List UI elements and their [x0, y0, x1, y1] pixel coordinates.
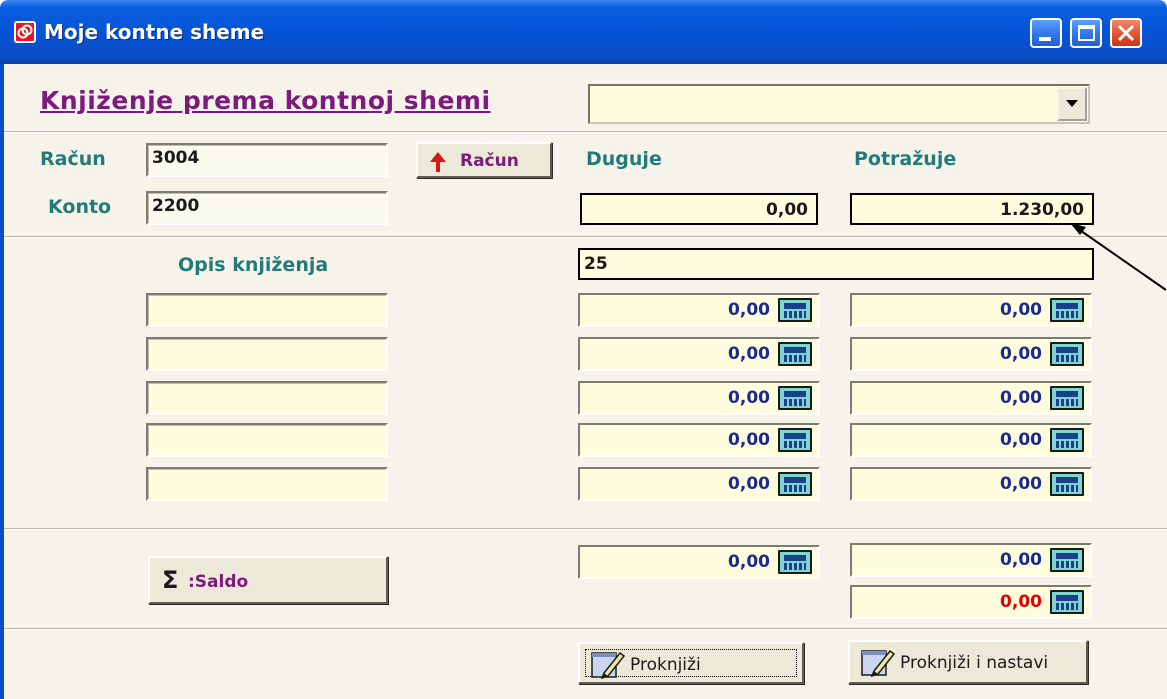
chevron-down-icon [1066, 100, 1078, 107]
calculator-icon[interactable] [778, 428, 812, 452]
row-duguje-field[interactable]: 0,00 [578, 337, 820, 371]
calculator-icon[interactable] [1050, 298, 1084, 322]
konto-label: Konto [48, 196, 112, 218]
row-duguje-value: 0,00 [728, 300, 770, 320]
arrow-up-icon [430, 152, 446, 172]
row-potrazuje-value: 0,00 [1000, 474, 1042, 494]
saldo-difference-field[interactable]: 0,00 [850, 585, 1092, 619]
row-description-field[interactable] [146, 293, 388, 327]
saldo-duguje-field[interactable]: 0,00 [578, 545, 820, 579]
row-potrazuje-value: 0,00 [1000, 430, 1042, 450]
row-duguje-value: 0,00 [728, 344, 770, 364]
form-heading: Knjiženje prema kontnoj shemi [40, 86, 491, 115]
divider [4, 528, 1167, 530]
row-description-field[interactable] [146, 467, 388, 501]
racun-label: Račun [40, 148, 106, 170]
saldo-button-label: :Saldo [188, 572, 249, 592]
title-bar[interactable]: Moje kontne sheme [0, 0, 1167, 64]
calculator-icon[interactable] [1050, 590, 1084, 614]
calculator-icon[interactable] [778, 298, 812, 322]
divider [4, 236, 1167, 238]
sigma-icon: Σ [162, 566, 179, 594]
row-duguje-field[interactable]: 0,00 [578, 423, 820, 457]
row-potrazuje-field[interactable]: 0,00 [850, 467, 1092, 501]
row-duguje-value: 0,00 [728, 388, 770, 408]
row-potrazuje-value: 0,00 [1000, 300, 1042, 320]
main-duguje-field[interactable]: 0,00 [580, 193, 818, 225]
row-description-field[interactable] [146, 381, 388, 415]
duguje-label: Duguje [586, 148, 662, 170]
saldo-duguje-value: 0,00 [728, 552, 770, 572]
row-description-field[interactable] [146, 337, 388, 371]
notepad-pencil-icon [591, 651, 626, 679]
post-button[interactable]: Proknjiži [578, 642, 804, 684]
saldo-difference-value: 0,00 [1000, 592, 1042, 612]
main-potrazuje-value: 1.230,00 [1000, 200, 1084, 220]
saldo-potrazuje-value: 0,00 [1000, 550, 1042, 570]
maximize-icon [1078, 25, 1095, 41]
calculator-icon[interactable] [778, 386, 812, 410]
row-potrazuje-field[interactable]: 0,00 [850, 337, 1092, 371]
scheme-select[interactable] [588, 84, 1090, 124]
calculator-icon[interactable] [778, 472, 812, 496]
calculator-icon[interactable] [1050, 548, 1084, 572]
row-description-field[interactable] [146, 423, 388, 457]
divider [4, 628, 1167, 630]
maximize-button[interactable] [1070, 18, 1102, 48]
main-potrazuje-field[interactable]: 1.230,00 [850, 193, 1094, 225]
opis-field[interactable]: 25 [578, 248, 1094, 280]
saldo-potrazuje-field[interactable]: 0,00 [850, 543, 1092, 577]
row-potrazuje-field[interactable]: 0,00 [850, 293, 1092, 327]
row-potrazuje-field[interactable]: 0,00 [850, 381, 1092, 415]
post-button-label: Proknjiži [630, 655, 701, 675]
row-potrazuje-field[interactable]: 0,00 [850, 423, 1092, 457]
opis-label: Opis knjiženja [178, 254, 329, 276]
row-duguje-value: 0,00 [728, 430, 770, 450]
post-continue-button-label: Proknjiži i nastavi [900, 653, 1049, 673]
row-duguje-field[interactable]: 0,00 [578, 467, 820, 501]
calculator-icon[interactable] [1050, 386, 1084, 410]
divider [4, 131, 1167, 133]
app-logo-icon [14, 21, 36, 43]
close-button[interactable] [1110, 18, 1142, 48]
racun-button-label: Račun [460, 151, 519, 171]
potrazuje-label: Potražuje [854, 148, 957, 170]
window-title: Moje kontne sheme [44, 20, 265, 44]
row-potrazuje-value: 0,00 [1000, 344, 1042, 364]
post-continue-button[interactable]: Proknjiži i nastavi [848, 640, 1088, 684]
saldo-button[interactable]: Σ :Saldo [148, 556, 388, 604]
calculator-icon[interactable] [1050, 472, 1084, 496]
minimize-button[interactable] [1030, 18, 1062, 48]
row-duguje-value: 0,00 [728, 474, 770, 494]
racun-lookup-button[interactable]: Račun [416, 142, 552, 178]
close-icon [1117, 24, 1135, 42]
calculator-icon[interactable] [1050, 342, 1084, 366]
calculator-icon[interactable] [778, 342, 812, 366]
main-duguje-value: 0,00 [766, 200, 808, 220]
calculator-icon[interactable] [1050, 428, 1084, 452]
minimize-icon [1039, 37, 1051, 41]
row-potrazuje-value: 0,00 [1000, 388, 1042, 408]
calculator-icon[interactable] [778, 550, 812, 574]
scheme-dropdown-button[interactable] [1057, 87, 1087, 121]
row-duguje-field[interactable]: 0,00 [578, 293, 820, 327]
window: Moje kontne sheme Knjiženje prema kontno… [0, 0, 1167, 699]
row-duguje-field[interactable]: 0,00 [578, 381, 820, 415]
racun-field[interactable]: 3004 [146, 143, 388, 177]
notepad-pencil-icon [861, 649, 896, 677]
konto-field[interactable]: 2200 [146, 191, 388, 225]
